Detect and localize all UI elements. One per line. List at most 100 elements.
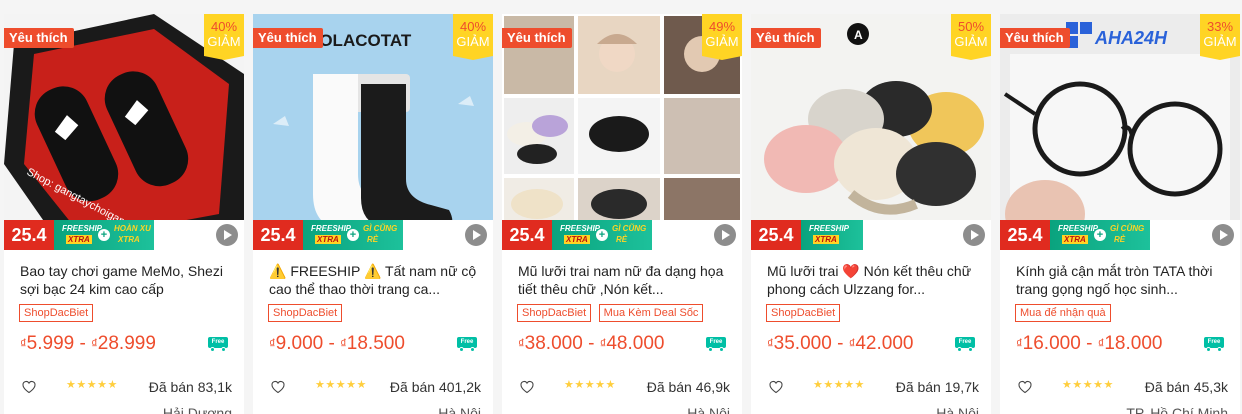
shop-tag: ShopDacBiet (19, 304, 94, 322)
promo-banner: 25.4 FREESHIP XTRA + HOÀN XU XTRA (4, 220, 244, 250)
price-separator: - (831, 333, 849, 354)
product-name[interactable]: Bao tay chơi game MeMo, Shezi sợi bạc 24… (20, 262, 234, 298)
plus-icon: + (347, 229, 359, 241)
currency-symbol: ₫ (518, 336, 525, 351)
product-card[interactable]: Shop: gangtaychoigame Yêu thích 40% GIẢM… (4, 14, 244, 414)
discount-percent: 40% (210, 19, 238, 34)
xtra-label: XTRA (564, 235, 590, 244)
freeship-label: FREESHIP (311, 224, 352, 233)
favorite-badge: Yêu thích (502, 28, 572, 48)
bonus-sub-label: RẺ (616, 235, 628, 244)
heart-icon[interactable] (21, 379, 37, 394)
product-name[interactable]: Mũ lưỡi trai ❤️ Nón kết thêu chữ phong c… (767, 262, 981, 298)
price-range: ₫35.000 - ₫42.000 (767, 333, 913, 355)
sold-count: Đã bán 401,2k (389, 379, 481, 395)
favorite-badge: Yêu thích (1000, 28, 1070, 48)
shop-location: Hà Nội (936, 405, 979, 414)
discount-badge: 33% GIẢM (1200, 14, 1240, 60)
free-shipping-truck-icon: Free (1202, 337, 1226, 352)
product-card[interactable]: VOLACOTAT Yêu thích 40% GIẢM 25.4 FREESH… (253, 14, 493, 414)
price-range: ₫38.000 - ₫48.000 (518, 333, 664, 355)
price-separator: - (74, 333, 92, 354)
free-shipping-truck-icon: Free (206, 337, 230, 352)
bonus-sub-label: XTRA (118, 235, 140, 244)
product-name[interactable]: Mũ lưỡi trai nam nữ đa dạng họa tiết thê… (518, 262, 732, 298)
xtra-label: XTRA (813, 235, 839, 244)
plus-icon: + (1094, 229, 1106, 241)
price-range: ₫9.000 - ₫18.500 (269, 333, 405, 355)
tag-list: ShopDacBiet Mua Kèm Deal Sốc (517, 304, 706, 322)
freeship-xtra-badge: FREESHIP XTRA + GÌ CŨNG RẺ (303, 220, 403, 250)
product-name[interactable]: ⚠️ FREESHIP ⚠️ Tất nam nữ cộ cao thể tha… (269, 262, 483, 298)
price-max: 18.000 (1104, 333, 1163, 354)
promo-date: 25.4 (1000, 220, 1050, 250)
brand-text: A (854, 28, 863, 42)
bonus-label: GÌ CŨNG (1110, 224, 1145, 233)
rating-stars: ★★★★★ (66, 379, 118, 391)
freeship-label: FREESHIP (809, 224, 850, 233)
product-card[interactable]: AHA24H Yêu thích 33% GIẢM 25.4 FREESHIP … (1000, 14, 1240, 414)
promo-banner: 25.4 FREESHIP XTRA (751, 220, 991, 250)
promo-banner: 25.4 FREESHIP XTRA + GÌ CŨNG RẺ (1000, 220, 1240, 250)
discount-label: GIẢM (456, 34, 490, 49)
freeship-xtra-badge: FREESHIP XTRA (801, 220, 863, 250)
price-separator: - (582, 333, 600, 354)
heart-icon[interactable] (1017, 379, 1033, 394)
discount-label: GIẢM (705, 34, 739, 49)
shop-tag: ShopDacBiet (517, 304, 592, 322)
price-max: 18.500 (346, 333, 405, 354)
bonus-label: GÌ CŨNG (363, 224, 398, 233)
price-min: 9.000 (275, 333, 324, 354)
bonus-label: GÌ CŨNG (612, 224, 647, 233)
price-separator: - (323, 333, 341, 354)
xtra-label: XTRA (315, 235, 341, 244)
shop-tag: ShopDacBiet (268, 304, 343, 322)
play-video-icon[interactable] (963, 224, 985, 246)
heart-icon[interactable] (768, 379, 784, 394)
play-video-icon[interactable] (714, 224, 736, 246)
currency-symbol: ₫ (767, 336, 774, 351)
discount-percent: 40% (459, 19, 487, 34)
price-max: 42.000 (855, 333, 914, 354)
gift-tag: Mua để nhận quà (1015, 304, 1111, 322)
product-card[interactable]: A Yêu thích 50% GIẢM 25.4 FREESHIP XTRA … (751, 14, 991, 414)
discount-badge: 49% GIẢM (702, 14, 742, 60)
xtra-label: XTRA (66, 235, 92, 244)
discount-percent: 33% (1206, 19, 1234, 34)
rating-stars: ★★★★★ (813, 379, 865, 391)
freeship-xtra-badge: FREESHIP XTRA + GÌ CŨNG RẺ (1050, 220, 1150, 250)
sold-count: Đã bán 45,3k (1144, 379, 1228, 395)
discount-percent: 50% (957, 19, 985, 34)
price-min: 16.000 (1022, 333, 1081, 354)
brand-text: VOLACOTAT (308, 31, 412, 50)
price-max: 28.999 (97, 333, 156, 354)
plus-icon: + (98, 229, 110, 241)
promo-date: 25.4 (751, 220, 801, 250)
bonus-label: HOÀN XU (114, 224, 151, 233)
promo-date: 25.4 (502, 220, 552, 250)
price-max: 48.000 (606, 333, 665, 354)
tag-list: ShopDacBiet (766, 304, 843, 322)
heart-icon[interactable] (270, 379, 286, 394)
promo-banner: 25.4 FREESHIP XTRA + GÌ CŨNG RẺ (253, 220, 493, 250)
play-video-icon[interactable] (465, 224, 487, 246)
deal-tag: Mua Kèm Deal Sốc (598, 304, 704, 322)
plus-icon: + (596, 229, 608, 241)
free-shipping-truck-icon: Free (455, 337, 479, 352)
bonus-sub-label: RẺ (367, 235, 379, 244)
currency-symbol: ₫ (91, 336, 98, 351)
tag-list: ShopDacBiet (19, 304, 96, 322)
rating-stars: ★★★★★ (564, 379, 616, 391)
price-range: ₫16.000 - ₫18.000 (1016, 333, 1162, 355)
play-video-icon[interactable] (216, 224, 238, 246)
product-card[interactable]: Yêu thích 49% GIẢM 25.4 FREESHIP XTRA + … (502, 14, 742, 414)
tag-list: Mua để nhận quà (1015, 304, 1114, 322)
play-video-icon[interactable] (1212, 224, 1234, 246)
heart-icon[interactable] (519, 379, 535, 394)
shop-location: Hà Nội (687, 405, 730, 414)
freeship-label: FREESHIP (62, 224, 103, 233)
free-shipping-truck-icon: Free (953, 337, 977, 352)
discount-label: GIẢM (207, 34, 241, 49)
product-name[interactable]: Kính giả cận mắt tròn TATA thời trang gọ… (1016, 262, 1230, 298)
sold-count: Đã bán 19,7k (895, 379, 979, 395)
